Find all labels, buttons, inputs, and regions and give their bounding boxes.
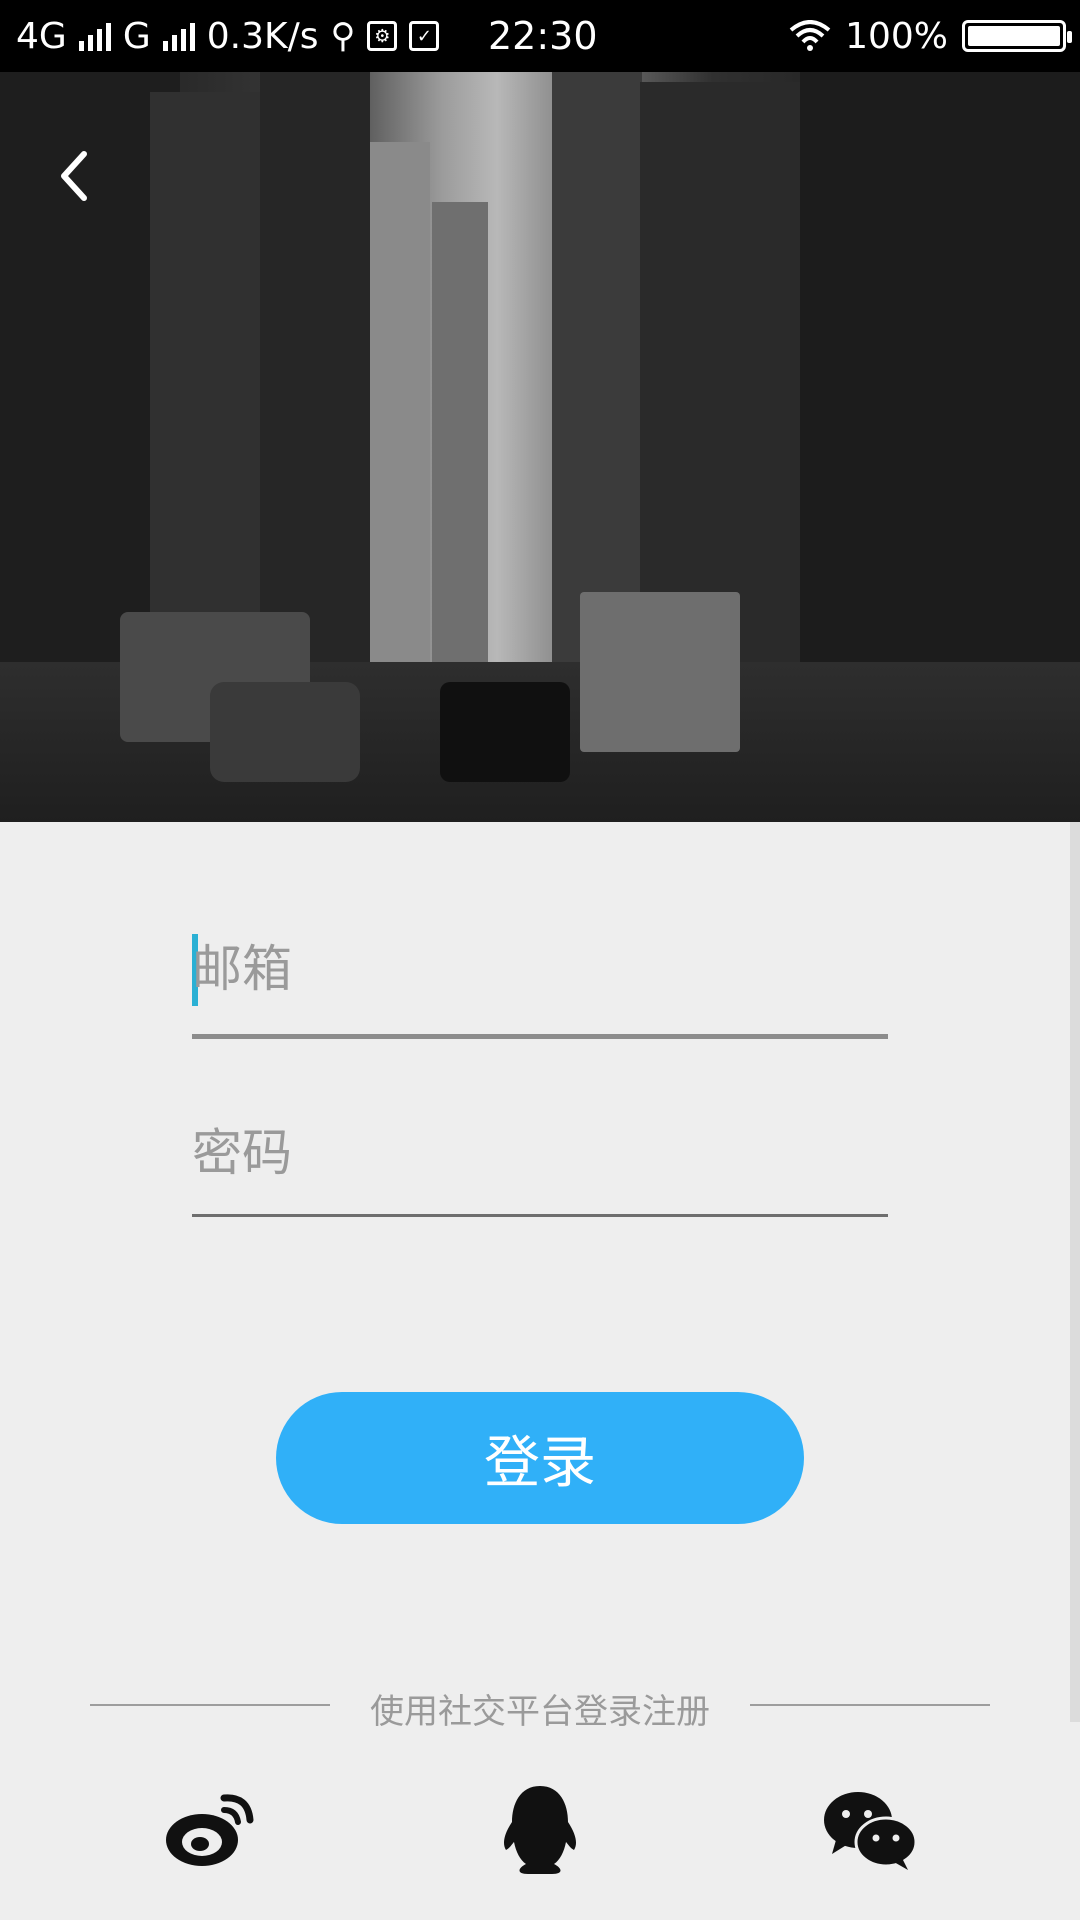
login-button[interactable]: 登录 — [276, 1392, 804, 1524]
battery-percent: 100% — [845, 15, 948, 57]
signal-icon-2 — [162, 21, 195, 51]
wechat-login-button[interactable] — [820, 1780, 920, 1880]
wechat-icon — [824, 1792, 918, 1870]
status-time: 22:30 — [488, 14, 598, 58]
password-field[interactable]: 密码 — [192, 1118, 888, 1218]
email-placeholder: 邮箱 — [192, 940, 292, 998]
clipboard-check-icon: ✓ — [409, 21, 440, 51]
back-button[interactable] — [44, 146, 104, 206]
scrollbar[interactable] — [1070, 822, 1080, 1722]
tower-left — [370, 142, 430, 702]
tower-center — [432, 202, 488, 702]
battery-icon — [962, 20, 1072, 52]
qq-login-button[interactable] — [490, 1780, 590, 1880]
status-bar: 4G G 0.3K/s ⚲ ⚙ ✓ 22:30 100% — [0, 0, 1080, 72]
network-type-label-2: G — [122, 15, 151, 57]
building-right-3 — [800, 72, 1080, 702]
truck — [580, 592, 740, 752]
status-right: 100% — [789, 0, 1072, 72]
password-underline — [192, 1214, 888, 1217]
network-type-label: 4G — [16, 15, 67, 57]
network-speed: 0.3K/s — [206, 15, 319, 57]
status-left: 4G G 0.3K/s ⚲ ⚙ ✓ — [16, 0, 440, 72]
building-left-3 — [260, 72, 370, 702]
car-left — [210, 682, 360, 782]
divider-right — [750, 1704, 990, 1706]
usb-debug-icon: ⚙ — [367, 21, 398, 51]
car — [440, 682, 570, 782]
email-field[interactable]: 邮箱 — [192, 930, 888, 1042]
signal-icon — [78, 21, 111, 51]
chevron-left-icon — [61, 151, 87, 201]
weibo-icon — [166, 1794, 254, 1866]
weibo-login-button[interactable] — [160, 1780, 260, 1880]
login-button-label: 登录 — [484, 1430, 596, 1496]
email-underline — [192, 1034, 888, 1039]
social-login-prompt: 使用社交平台登录注册 — [370, 1692, 710, 1732]
wifi-icon — [789, 20, 831, 51]
usb-icon: ⚲ — [330, 16, 356, 56]
building-left-2 — [150, 92, 270, 702]
password-placeholder: 密码 — [192, 1124, 292, 1182]
qq-icon — [504, 1786, 576, 1874]
header-background-image — [0, 72, 1080, 822]
